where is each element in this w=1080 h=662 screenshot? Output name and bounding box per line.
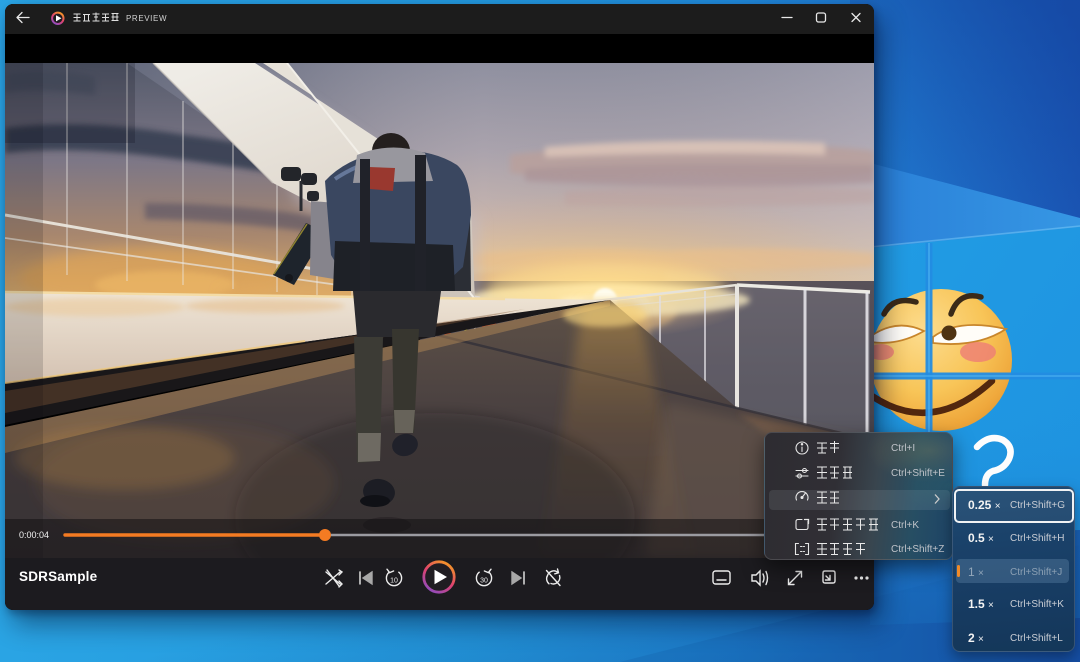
svg-text:PREVIEW: PREVIEW	[126, 14, 167, 23]
